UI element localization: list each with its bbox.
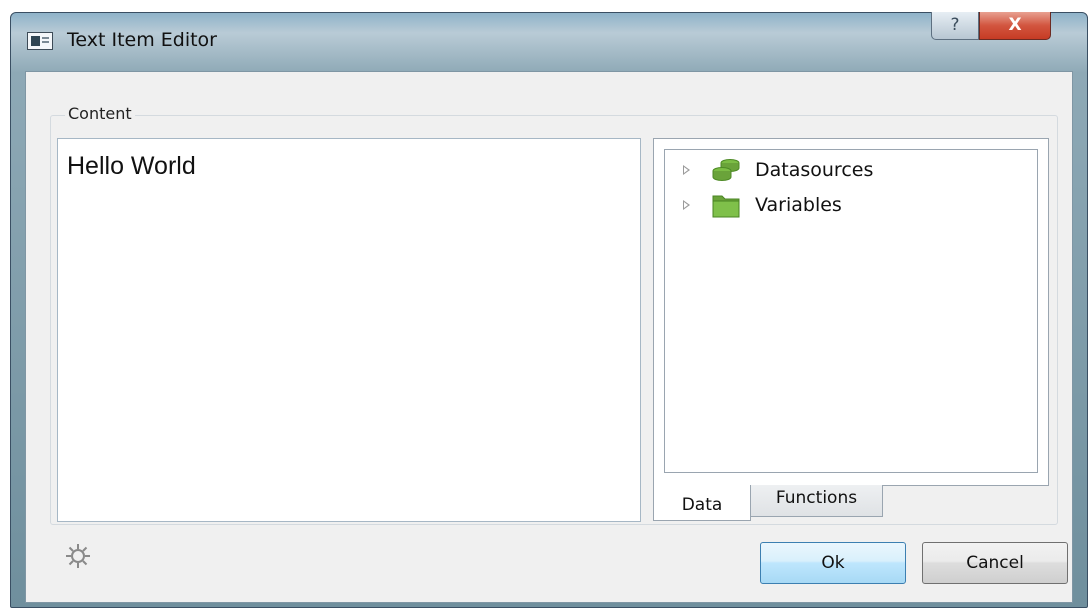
close-button[interactable]: X: [979, 12, 1051, 40]
content-groupbox: Content Hello World Datasources Variable…: [50, 104, 1058, 525]
content-text-editor[interactable]: Hello World: [57, 138, 641, 522]
tab-functions[interactable]: Functions: [751, 485, 883, 517]
database-icon: [712, 159, 740, 181]
tree-item-label: Datasources: [755, 159, 874, 181]
app-window-icon: [27, 32, 53, 50]
dialog-client-area: Content Hello World Datasources Variable…: [25, 71, 1073, 603]
ok-button[interactable]: Ok: [760, 542, 906, 584]
expand-arrow-icon[interactable]: [683, 200, 690, 210]
window-title: Text Item Editor: [67, 29, 217, 51]
folder-icon: [712, 195, 740, 218]
data-tree[interactable]: Datasources Variables: [664, 149, 1038, 473]
help-button[interactable]: ?: [931, 12, 979, 40]
tree-item-variables[interactable]: Variables: [665, 191, 1037, 221]
data-tab-panel: Datasources Variables: [653, 138, 1049, 486]
expand-arrow-icon[interactable]: [683, 165, 690, 175]
gear-icon[interactable]: [64, 542, 92, 570]
content-group-title: Content: [65, 104, 135, 123]
tab-data[interactable]: Data: [653, 485, 751, 521]
tree-item-label: Variables: [755, 194, 842, 216]
title-bar: Text Item Editor ? X: [11, 12, 1087, 71]
editor-text[interactable]: Hello World: [67, 152, 196, 181]
cancel-button[interactable]: Cancel: [922, 542, 1068, 584]
text-item-editor-window: Text Item Editor ? X Content Hello World: [10, 12, 1088, 608]
tree-item-datasources[interactable]: Datasources: [665, 156, 1037, 186]
